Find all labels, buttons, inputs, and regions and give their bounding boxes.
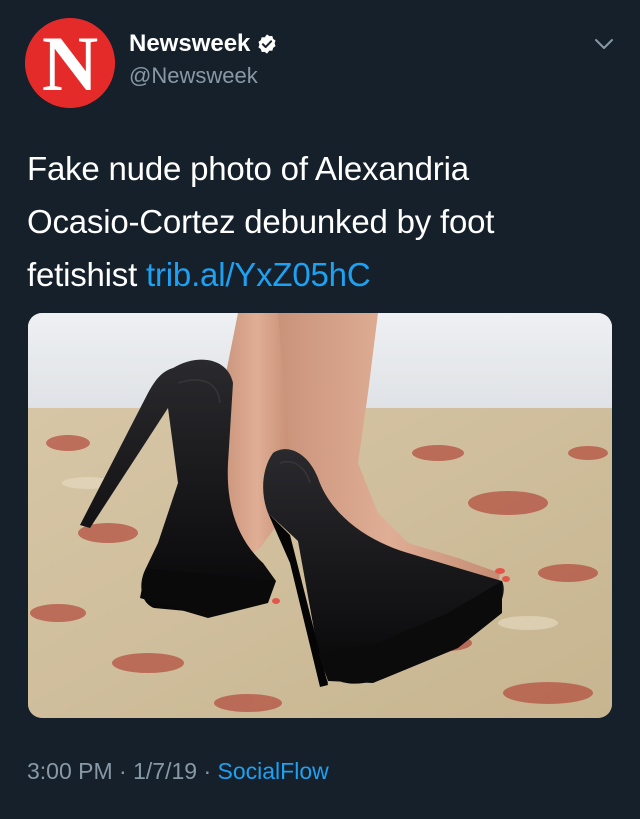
- display-name[interactable]: Newsweek: [129, 30, 250, 58]
- handle[interactable]: @Newsweek: [129, 63, 278, 89]
- tweet-header: N Newsweek @Newsweek: [25, 18, 620, 110]
- tweet-time[interactable]: 3:00 PM: [27, 758, 113, 784]
- tweet-date[interactable]: 1/7/19: [133, 758, 197, 784]
- verified-badge-icon: [256, 33, 278, 55]
- avatar[interactable]: N: [25, 18, 115, 108]
- meta-separator-2: ·: [197, 758, 218, 784]
- tweet-text: Fake nude photo of Alexandria Ocasio-Cor…: [27, 142, 607, 301]
- meta-separator-1: ·: [112, 758, 134, 784]
- account-names: Newsweek @Newsweek: [129, 28, 278, 89]
- tweet-text-line-3: fetishist: [27, 256, 147, 293]
- tweet-source[interactable]: SocialFlow: [218, 758, 329, 784]
- tweet-photo[interactable]: [28, 313, 612, 718]
- photo-of-high-heels-icon: [28, 313, 612, 718]
- tweet-meta: 3:00 PM · 1/7/19 · SocialFlow: [27, 758, 329, 785]
- newsweek-logo-icon: N: [25, 18, 115, 108]
- tweet-text-line-1: Fake nude photo of Alexandria: [27, 150, 469, 187]
- tweet-text-line-2: Ocasio-Cortez debunked by foot: [27, 203, 495, 240]
- chevron-down-icon[interactable]: [592, 32, 616, 56]
- tweet-link[interactable]: trib.al/YxZ05hC: [146, 256, 371, 293]
- avatar-letter: N: [42, 20, 98, 107]
